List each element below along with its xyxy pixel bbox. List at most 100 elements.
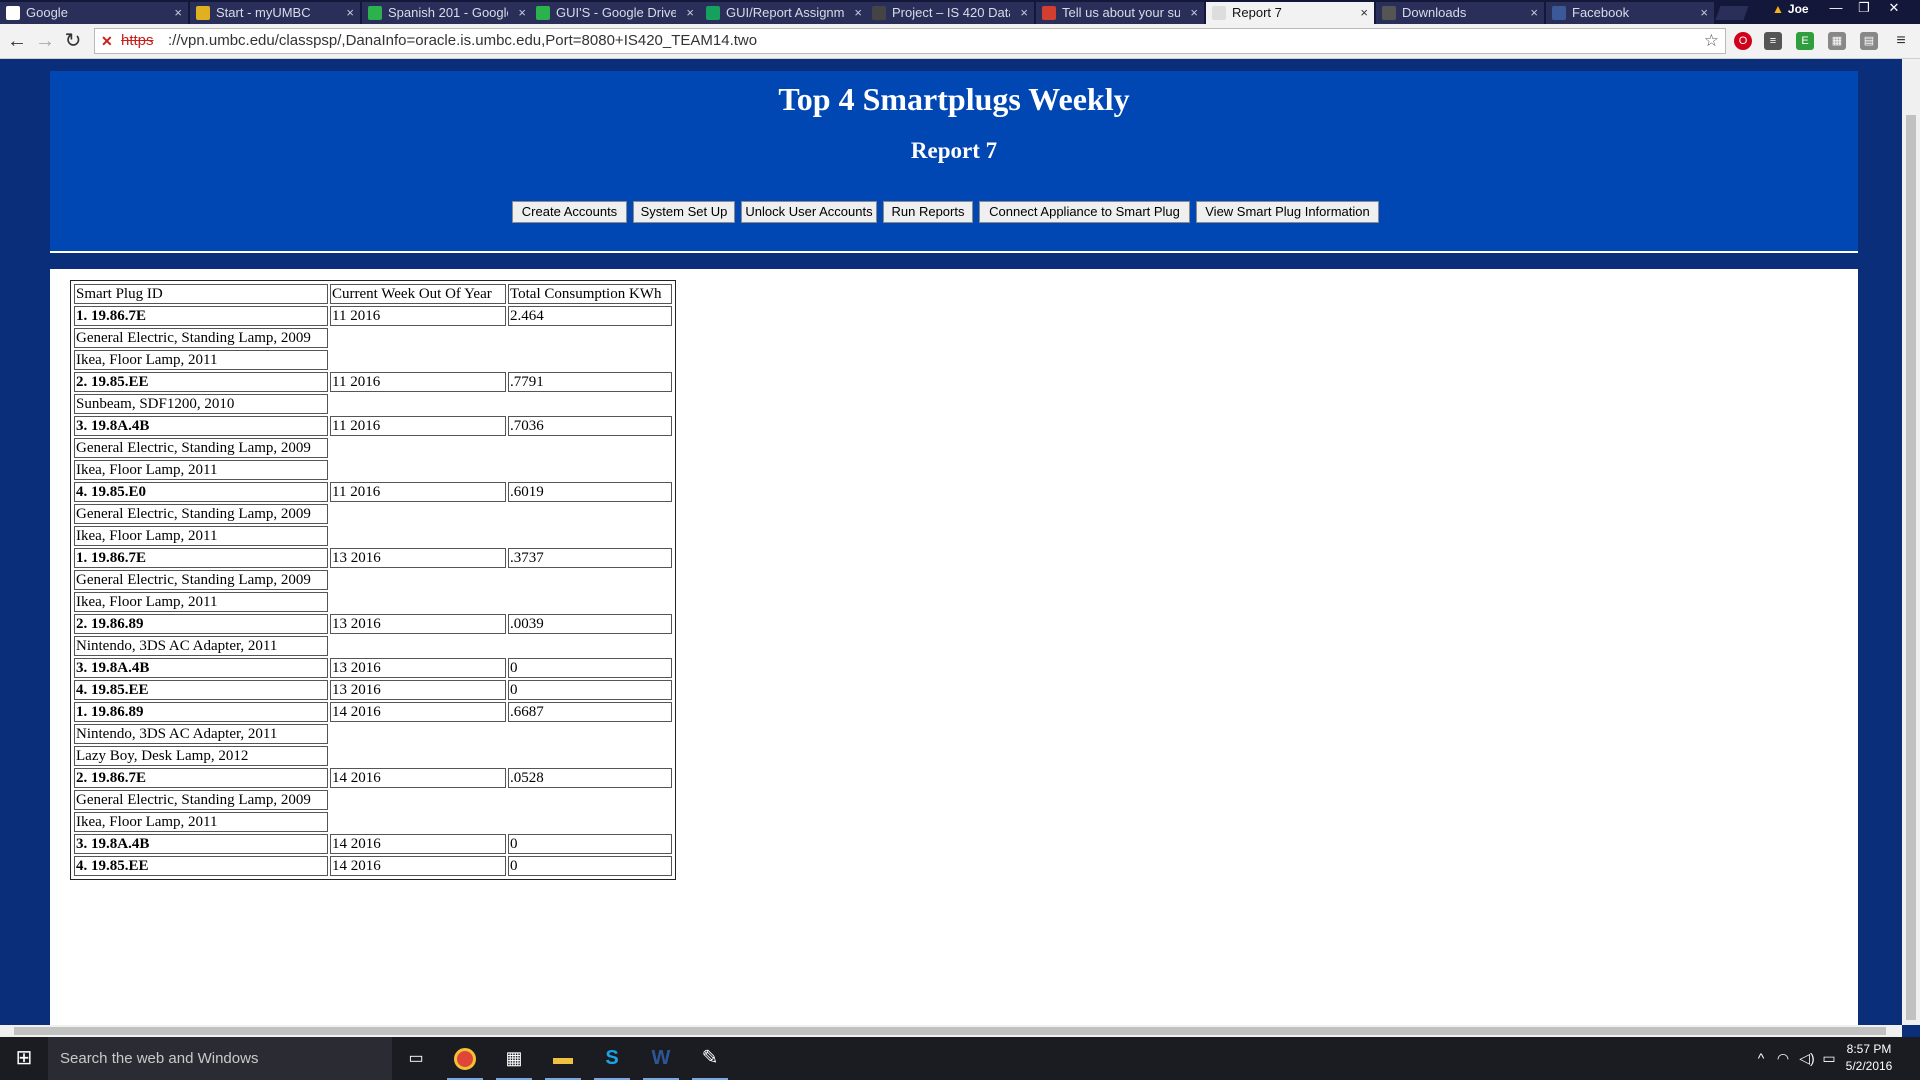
empty-cell — [508, 724, 672, 744]
smart-plug-id-cell: 2. 19.86.89 — [74, 614, 328, 634]
tab-close-icon[interactable]: × — [1190, 2, 1198, 24]
system-set-up-button[interactable]: System Set Up — [633, 201, 735, 223]
extension-icon[interactable]: ▦ — [1828, 32, 1846, 50]
tab-close-icon[interactable]: × — [1020, 2, 1028, 24]
skype-icon[interactable]: S — [588, 1037, 636, 1080]
consumption-cell: .7791 — [508, 372, 672, 392]
extension-icon[interactable]: ▤ — [1860, 32, 1878, 50]
appliance-row: General Electric, Standing Lamp, 2009 — [74, 328, 672, 348]
chrome-menu-icon[interactable]: ≡ — [1892, 32, 1910, 50]
appliance-row: Ikea, Floor Lamp, 2011 — [74, 460, 672, 480]
windows-start-icon[interactable]: ⊞ — [0, 1037, 48, 1080]
close-window-icon[interactable]: ✕ — [1880, 0, 1908, 18]
smart-plug-id-cell: 4. 19.85.E0 — [74, 482, 328, 502]
browser-tab[interactable]: Project – IS 420 Datal × — [866, 2, 1034, 24]
browser-tab[interactable]: Downloads × — [1376, 2, 1544, 24]
report-subtitle: Report 7 — [910, 138, 998, 163]
browser-tab[interactable]: Facebook × — [1546, 2, 1714, 24]
tab-close-icon[interactable]: × — [854, 2, 862, 24]
taskbar-search-box[interactable]: Search the web and Windows — [48, 1037, 392, 1080]
week-cell: 13 2016 — [330, 658, 506, 678]
horizontal-scrollbar[interactable] — [0, 1025, 1902, 1037]
notifications-icon[interactable]: ▭ — [1820, 1037, 1838, 1080]
chrome-taskbar-icon[interactable] — [441, 1037, 489, 1080]
browser-tab[interactable]: Start - myUMBC × — [190, 2, 360, 24]
file-explorer-icon[interactable]: ▬ — [539, 1037, 587, 1080]
unlock-user-accounts-button[interactable]: Unlock User Accounts — [741, 201, 877, 223]
show-hidden-icons-icon[interactable]: ^ — [1752, 1037, 1770, 1080]
reload-icon[interactable]: ↻ — [62, 30, 84, 52]
appliance-row: Ikea, Floor Lamp, 2011 — [74, 526, 672, 546]
smart-plug-row: 4. 19.85.EE 14 2016 0 — [74, 856, 672, 876]
run-reports-button[interactable]: Run Reports — [883, 201, 973, 223]
restore-icon[interactable]: ❐ — [1850, 0, 1878, 18]
appliance-cell: Sunbeam, SDF1200, 2010 — [74, 394, 328, 414]
clock-time: 8:57 PM — [1846, 1042, 1892, 1056]
consumption-cell: .6687 — [508, 702, 672, 722]
new-tab-button[interactable] — [1715, 6, 1749, 20]
appliance-row: Lazy Boy, Desk Lamp, 2012 — [74, 746, 672, 766]
tab-close-icon[interactable]: × — [174, 2, 182, 24]
browser-tab[interactable]: GUI/Report Assignme × — [700, 2, 868, 24]
evernote-extension-icon[interactable]: E — [1796, 32, 1814, 50]
smart-plug-row: 1. 19.86.89 14 2016.6687 — [74, 702, 672, 722]
word-icon[interactable]: W — [637, 1037, 685, 1080]
calculator-icon[interactable]: ▦ — [490, 1037, 538, 1080]
google-sheets-icon — [706, 6, 720, 20]
tab-close-icon[interactable]: × — [686, 2, 694, 24]
create-accounts-button[interactable]: Create Accounts — [512, 201, 627, 223]
tab-close-icon[interactable]: × — [346, 2, 354, 24]
browser-tab[interactable]: Report 7 × — [1206, 2, 1374, 24]
smart-plug-row: 1. 19.86.7E 13 2016.3737 — [74, 548, 672, 568]
profile-name: Joe — [1787, 2, 1809, 16]
page-viewport: Top 4 Smartplugs Weekly Report 7 Create … — [0, 59, 1902, 1025]
blackboard-icon — [872, 6, 886, 20]
browser-tab[interactable]: Spanish 201 - Google × — [362, 2, 532, 24]
back-icon[interactable]: ← — [6, 30, 28, 52]
browser-tab[interactable]: Google × — [0, 2, 188, 24]
insecure-lock-icon[interactable]: ✕ — [101, 29, 113, 53]
forward-icon[interactable]: → — [34, 30, 56, 52]
appliance-row: Nintendo, 3DS AC Adapter, 2011 — [74, 636, 672, 656]
empty-cell — [508, 636, 672, 656]
url-scheme: https — [121, 32, 154, 49]
scrollbar-thumb[interactable] — [1906, 115, 1916, 1020]
opera-extension-icon[interactable]: O — [1734, 32, 1752, 50]
google-icon — [6, 6, 20, 20]
appliance-cell: Ikea, Floor Lamp, 2011 — [74, 460, 328, 480]
wifi-icon[interactable]: ◠ — [1772, 1037, 1794, 1080]
gmail-icon — [1042, 6, 1056, 20]
tab-close-icon[interactable]: × — [1700, 2, 1708, 24]
tab-title: Report 7 — [1232, 5, 1282, 20]
extension-icon[interactable]: ≡ — [1764, 32, 1782, 50]
tab-close-icon[interactable]: × — [1360, 2, 1368, 24]
empty-cell — [330, 570, 506, 590]
address-bar[interactable]: ✕ https ://vpn.umbc.edu/classpsp/,DanaIn… — [94, 28, 1726, 54]
tab-title: GUI'S - Google Drive — [556, 5, 676, 20]
volume-icon[interactable]: ◁) — [1796, 1037, 1818, 1080]
week-cell: 11 2016 — [330, 416, 506, 436]
tab-close-icon[interactable]: × — [1530, 2, 1538, 24]
minimize-icon[interactable]: — — [1822, 0, 1850, 18]
smart-plug-row: 4. 19.85.E0 11 2016.6019 — [74, 482, 672, 502]
browser-tab[interactable]: GUI'S - Google Drive × — [530, 2, 700, 24]
smart-plug-id-cell: 2. 19.85.EE — [74, 372, 328, 392]
smart-plug-row: 1. 19.86.7E 11 2016 2.464 — [74, 306, 672, 326]
vertical-scrollbar[interactable] — [1902, 59, 1920, 1025]
url-text: ://vpn.umbc.edu/classpsp/,DanaInfo=oracl… — [168, 32, 758, 49]
view-smart-plug-info-button[interactable]: View Smart Plug Information — [1196, 201, 1379, 223]
appliance-row: General Electric, Standing Lamp, 2009 — [74, 570, 672, 590]
smart-plug-row: 3. 19.8A.4B 14 2016 0 — [74, 834, 672, 854]
connect-appliance-button[interactable]: Connect Appliance to Smart Plug — [979, 201, 1190, 223]
taskbar-clock[interactable]: 8:57 PM 5/2/2016 — [1838, 1041, 1900, 1075]
tab-close-icon[interactable]: × — [518, 2, 526, 24]
week-cell: 14 2016 — [330, 834, 506, 854]
task-view-icon[interactable]: ▭ — [392, 1037, 440, 1080]
empty-cell — [330, 636, 506, 656]
paint-icon[interactable]: ✎ — [686, 1037, 734, 1080]
scrollbar-thumb[interactable] — [14, 1027, 1886, 1035]
profile-button[interactable]: ▲ Joe — [1772, 0, 1809, 20]
browser-tab[interactable]: Tell us about your sur × — [1036, 2, 1204, 24]
bookmark-star-icon[interactable]: ☆ — [1704, 29, 1719, 53]
page-title: Top 4 Smartplugs Weekly — [778, 81, 1130, 117]
